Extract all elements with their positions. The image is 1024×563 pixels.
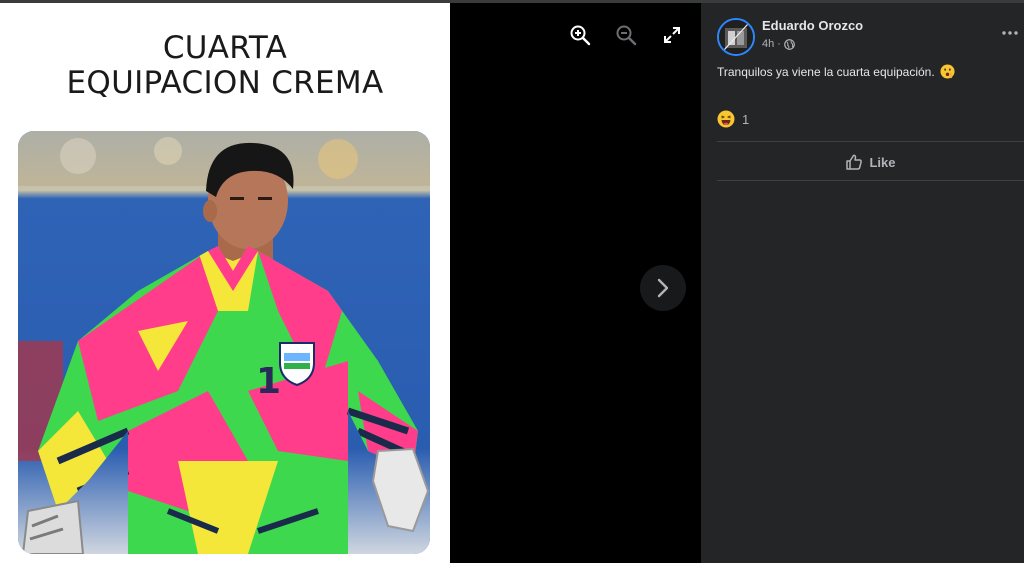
jersey-number: 1 [256, 361, 281, 402]
chevron-right-icon [657, 278, 669, 298]
photo-title-line-1: CUARTA [162, 30, 288, 66]
photo-viewer: CUARTA EQUIPACION CREMA 1 [0, 3, 701, 563]
zoom-in-button[interactable] [567, 22, 593, 48]
divider-top [717, 141, 1024, 142]
post-side-panel: Eduardo Orozco 4h · Tranquilos ya viene … [701, 3, 1024, 563]
like-button[interactable]: Like [717, 145, 1024, 179]
zoom-out-button[interactable] [613, 22, 639, 48]
expand-icon [664, 27, 680, 43]
zoom-out-icon [616, 25, 637, 46]
post-text-content: Tranquilos ya viene la cuarta equipación… [717, 64, 935, 79]
divider-bottom [717, 180, 1024, 181]
avatar-image [719, 20, 753, 54]
more-options-button[interactable] [998, 23, 1022, 43]
fullscreen-button[interactable] [659, 22, 685, 48]
post-photo[interactable]: CUARTA EQUIPACION CREMA 1 [0, 3, 450, 563]
shushing-face-icon [940, 64, 955, 79]
zoom-in-icon [570, 25, 591, 46]
club-crest-icon [279, 342, 315, 387]
post-meta: 4h · [762, 38, 795, 50]
more-options-icon [1002, 31, 1018, 35]
thumbs-up-icon [846, 154, 863, 170]
goalkeeper-illustration: 1 [18, 131, 430, 554]
author-avatar[interactable] [717, 18, 755, 56]
goalkeeper-image: 1 [18, 131, 430, 554]
haha-reaction-icon [717, 110, 735, 128]
globe-icon [784, 38, 795, 50]
reaction-summary[interactable]: 1 [717, 110, 749, 128]
photo-title-line-2: EQUIPACION CREMA [66, 65, 384, 101]
like-label: Like [869, 154, 896, 170]
next-photo-button[interactable] [640, 265, 686, 311]
author-name-link[interactable]: Eduardo Orozco [762, 18, 863, 33]
photo-title: CUARTA EQUIPACION CREMA [0, 31, 450, 101]
reaction-count: 1 [742, 111, 750, 127]
post-time[interactable]: 4h [762, 38, 774, 50]
meta-separator: · [777, 38, 781, 50]
post-text: Tranquilos ya viene la cuarta equipación… [717, 64, 955, 79]
